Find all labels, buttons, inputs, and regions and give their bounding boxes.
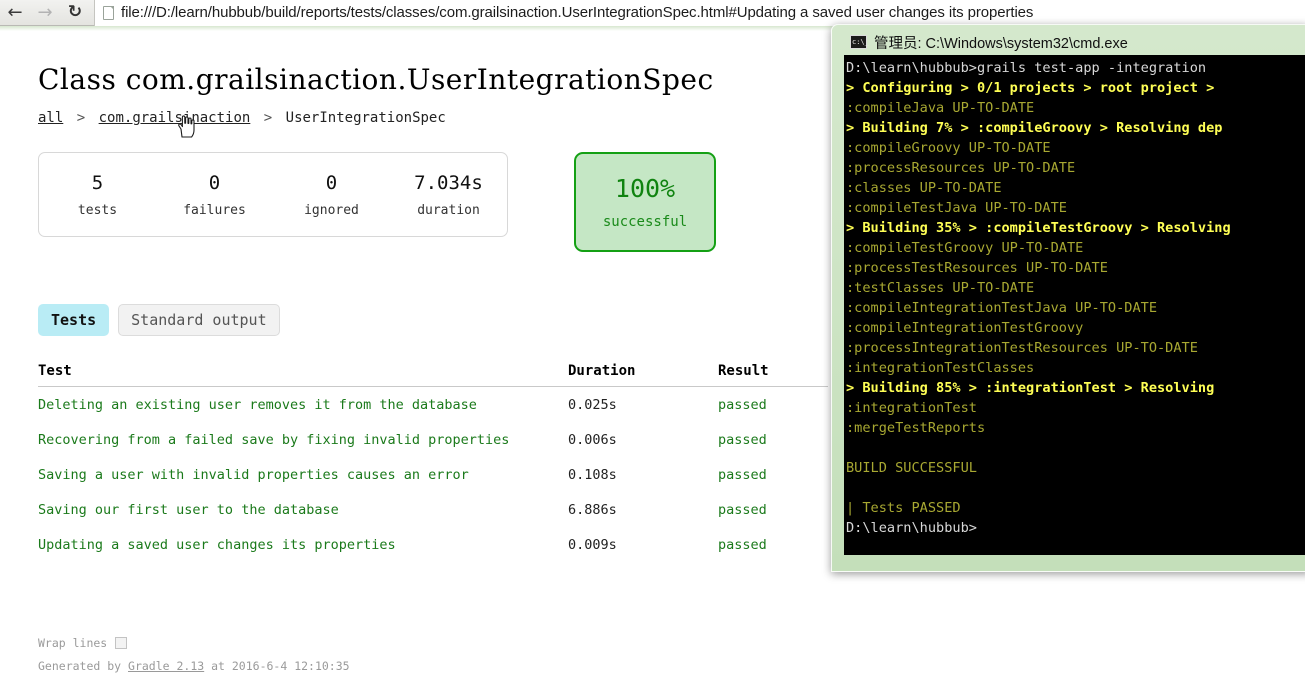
- generated-by-line: Generated by Gradle 2.13 at 2016-6-4 12:…: [38, 659, 350, 673]
- breadcrumb-separator-2: >: [263, 110, 273, 126]
- console-line: :classes UP-TO-DATE: [846, 180, 1002, 196]
- failures-count: 0: [208, 171, 221, 194]
- ignored-count: 0: [325, 171, 338, 194]
- console-line: :mergeTestReports: [846, 420, 986, 436]
- cmd-console-window[interactable]: 管理员: C:\Windows\system32\cmd.exe D:\lear…: [831, 24, 1305, 572]
- test-duration: 0.108s: [568, 467, 617, 483]
- test-duration: 0.025s: [568, 397, 617, 413]
- console-line: :integrationTest: [846, 400, 977, 416]
- table-row[interactable]: Saving our first user to the database 6.…: [38, 492, 828, 527]
- console-line: :integrationTestClasses: [846, 360, 1035, 376]
- url-text: file:///D:/learn/hubbub/build/reports/te…: [121, 4, 1034, 21]
- back-arrow-icon[interactable]: ←: [0, 0, 30, 26]
- test-name[interactable]: Deleting an existing user removes it fro…: [38, 387, 568, 423]
- console-line: :compileTestGroovy UP-TO-DATE: [846, 240, 1084, 256]
- summary-statistics-box: 5 tests 0 failures 0 ignored 7.034s dura…: [38, 152, 508, 237]
- console-line: :processResources UP-TO-DATE: [846, 160, 1076, 176]
- ignored-label: ignored: [304, 202, 359, 218]
- tests-label: tests: [77, 202, 118, 218]
- breadcrumb-link-package[interactable]: com.grailsinaction: [99, 110, 251, 126]
- test-result: passed: [718, 467, 767, 483]
- cmd-console-icon: [850, 35, 869, 49]
- console-line: :processTestResources UP-TO-DATE: [846, 260, 1108, 276]
- cmd-title-bar[interactable]: 管理员: C:\Windows\system32\cmd.exe: [837, 29, 1305, 55]
- test-duration: 0.006s: [568, 432, 617, 448]
- table-header-row: Test Duration Result: [38, 363, 828, 387]
- wrap-lines-checkbox[interactable]: [115, 637, 128, 649]
- wrap-lines-label: Wrap lines: [38, 636, 108, 650]
- console-line: > Building 85% > :integrationTest > Reso…: [846, 380, 1223, 396]
- table-row[interactable]: Recovering from a failed save by fixing …: [38, 422, 828, 457]
- column-header-test[interactable]: Test: [38, 363, 568, 387]
- console-line: :testClasses UP-TO-DATE: [846, 280, 1035, 296]
- table-row[interactable]: Updating a saved user changes its proper…: [38, 527, 828, 562]
- tab-tests[interactable]: Tests: [38, 304, 110, 336]
- report-footer: Wrap lines Generated by Gradle 2.13 at 2…: [38, 636, 350, 673]
- forward-arrow-icon: →: [37, 1, 53, 23]
- console-line: :compileIntegrationTestGroovy: [846, 320, 1084, 336]
- generated-prefix: Generated by: [38, 659, 129, 673]
- duration-label: duration: [417, 202, 480, 218]
- success-label: successful: [602, 214, 688, 230]
- test-result: passed: [718, 537, 767, 553]
- test-result: passed: [718, 432, 767, 448]
- console-line: BUILD SUCCESSFUL: [846, 460, 977, 476]
- test-duration: 6.886s: [568, 502, 617, 518]
- tab-standard-output[interactable]: Standard output: [118, 304, 280, 336]
- test-name[interactable]: Saving a user with invalid properties ca…: [38, 457, 568, 492]
- page-document-icon: [103, 5, 114, 20]
- test-result: passed: [718, 397, 767, 413]
- table-row[interactable]: Saving a user with invalid properties ca…: [38, 457, 828, 492]
- summary-cell-duration: 7.034s duration: [390, 172, 507, 218]
- test-name[interactable]: Updating a saved user changes its proper…: [38, 527, 568, 562]
- gradle-version-link[interactable]: Gradle 2.13: [128, 659, 204, 673]
- console-line: D:\learn\hubbub>grails test-app -integra…: [846, 60, 1207, 76]
- console-line: D:\learn\hubbub>: [846, 520, 977, 536]
- console-line: > Building 7% > :compileGroovy > Resolvi…: [846, 120, 1223, 136]
- console-line: | Tests PASSED: [846, 500, 961, 516]
- console-line: > Building 35% > :compileTestGroovy > Re…: [846, 220, 1231, 236]
- console-line: :compileIntegrationTestJava UP-TO-DATE: [846, 300, 1157, 316]
- breadcrumb-link-all[interactable]: all: [38, 110, 63, 126]
- browser-toolbar: ← → ↻ file:///D:/learn/hubbub/build/repo…: [0, 0, 1305, 26]
- generated-suffix: at 2016-6-4 12:10:35: [204, 659, 350, 673]
- test-name[interactable]: Recovering from a failed save by fixing …: [38, 422, 568, 457]
- test-results-table: Test Duration Result Deleting an existin…: [38, 363, 828, 562]
- address-bar[interactable]: file:///D:/learn/hubbub/build/reports/te…: [94, 0, 1305, 26]
- console-line: > Configuring > 0/1 projects > root proj…: [846, 80, 1223, 96]
- success-percent: 100%: [614, 174, 676, 203]
- summary-cell-failures: 0 failures: [156, 172, 273, 218]
- column-header-duration[interactable]: Duration: [568, 363, 718, 387]
- cmd-console-output[interactable]: D:\learn\hubbub>grails test-app -integra…: [844, 55, 1305, 555]
- success-rate-badge: 100% successful: [574, 152, 716, 252]
- test-name[interactable]: Saving our first user to the database: [38, 492, 568, 527]
- summary-cell-ignored: 0 ignored: [273, 172, 390, 218]
- console-line: :processIntegrationTestResources UP-TO-D…: [846, 340, 1198, 356]
- wrap-lines-row: Wrap lines: [38, 636, 350, 650]
- table-row[interactable]: Deleting an existing user removes it fro…: [38, 387, 828, 423]
- failures-label: failures: [183, 202, 246, 218]
- tests-count: 5: [91, 171, 104, 194]
- cmd-window-title: 管理员: C:\Windows\system32\cmd.exe: [874, 35, 1128, 52]
- breadcrumb-current: UserIntegrationSpec: [285, 110, 446, 126]
- column-header-result[interactable]: Result: [718, 363, 828, 387]
- summary-cell-tests: 5 tests: [39, 172, 156, 218]
- console-line: :compileJava UP-TO-DATE: [846, 100, 1035, 116]
- reload-icon[interactable]: ↻: [60, 0, 90, 26]
- console-line: :compileGroovy UP-TO-DATE: [846, 140, 1051, 156]
- console-line: :compileTestJava UP-TO-DATE: [846, 200, 1067, 216]
- test-result: passed: [718, 502, 767, 518]
- test-duration: 0.009s: [568, 537, 617, 553]
- duration-value: 7.034s: [414, 171, 483, 194]
- breadcrumb-separator-1: >: [76, 110, 86, 126]
